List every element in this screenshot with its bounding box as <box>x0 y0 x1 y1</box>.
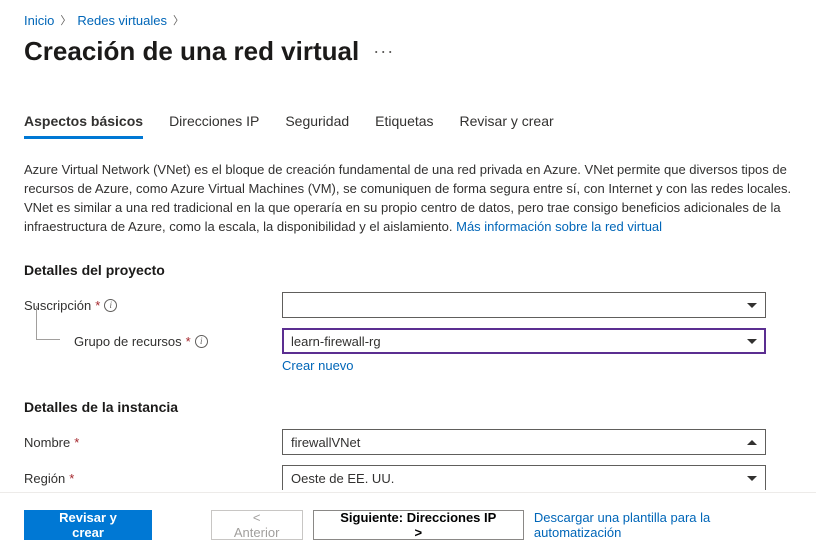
more-icon[interactable]: ··· <box>373 41 394 62</box>
chevron-down-icon <box>747 339 757 344</box>
breadcrumb-home[interactable]: Inicio <box>24 13 54 28</box>
required-indicator: * <box>74 435 79 450</box>
breadcrumb: Inicio 〉 Redes virtuales 〉 <box>24 12 792 28</box>
chevron-down-icon <box>747 476 757 481</box>
info-icon[interactable]: i <box>104 299 117 312</box>
resource-group-value: learn-firewall-rg <box>291 334 381 349</box>
section-project-details: Detalles del proyecto <box>24 262 792 278</box>
tab-ip-addresses[interactable]: Direcciones IP <box>169 107 259 139</box>
review-create-button[interactable]: Revisar y crear <box>24 510 152 540</box>
previous-button: < Anterior <box>211 510 303 540</box>
chevron-down-icon <box>747 303 757 308</box>
name-label-text: Nombre <box>24 435 70 450</box>
region-label-text: Región <box>24 471 65 486</box>
info-icon[interactable]: i <box>195 335 208 348</box>
subscription-label: Suscripción * i <box>24 292 282 313</box>
region-label: Región * <box>24 465 282 486</box>
resource-group-label: Grupo de recursos * i <box>24 328 282 349</box>
region-value: Oeste de EE. UU. <box>291 471 394 486</box>
section-instance-details: Detalles de la instancia <box>24 399 792 415</box>
description-body: Azure Virtual Network (VNet) es el bloqu… <box>24 162 791 234</box>
page-title-text: Creación de una red virtual <box>24 36 359 67</box>
tab-bar: Aspectos básicos Direcciones IP Segurida… <box>24 107 792 139</box>
subscription-select[interactable] <box>282 292 766 318</box>
next-button[interactable]: Siguiente: Direcciones IP > <box>313 510 524 540</box>
breadcrumb-vnets[interactable]: Redes virtuales <box>77 13 167 28</box>
footer-action-bar: Revisar y crear < Anterior Siguiente: Di… <box>0 492 816 557</box>
tab-security[interactable]: Seguridad <box>285 107 349 139</box>
chevron-right-icon: 〉 <box>173 12 184 28</box>
chevron-right-icon: 〉 <box>60 12 71 28</box>
required-indicator: * <box>186 334 191 349</box>
name-value: firewallVNet <box>291 435 360 450</box>
region-select[interactable]: Oeste de EE. UU. <box>282 465 766 490</box>
name-label: Nombre * <box>24 429 282 450</box>
tab-tags[interactable]: Etiquetas <box>375 107 433 139</box>
description-text: Azure Virtual Network (VNet) es el bloqu… <box>24 161 792 236</box>
tab-basics[interactable]: Aspectos básicos <box>24 107 143 139</box>
required-indicator: * <box>69 471 74 486</box>
learn-more-link[interactable]: Más información sobre la red virtual <box>456 219 662 234</box>
resource-group-label-text: Grupo de recursos <box>74 334 182 349</box>
resource-group-select[interactable]: learn-firewall-rg <box>282 328 766 354</box>
create-new-link[interactable]: Crear nuevo <box>282 358 354 373</box>
required-indicator: * <box>95 298 100 313</box>
tree-connector-icon <box>36 306 60 340</box>
page-title: Creación de una red virtual ··· <box>24 36 792 67</box>
name-input[interactable]: firewallVNet <box>282 429 766 455</box>
tab-review[interactable]: Revisar y crear <box>460 107 554 139</box>
chevron-up-icon <box>747 440 757 445</box>
download-template-link[interactable]: Descargar una plantilla para la automati… <box>534 510 792 540</box>
